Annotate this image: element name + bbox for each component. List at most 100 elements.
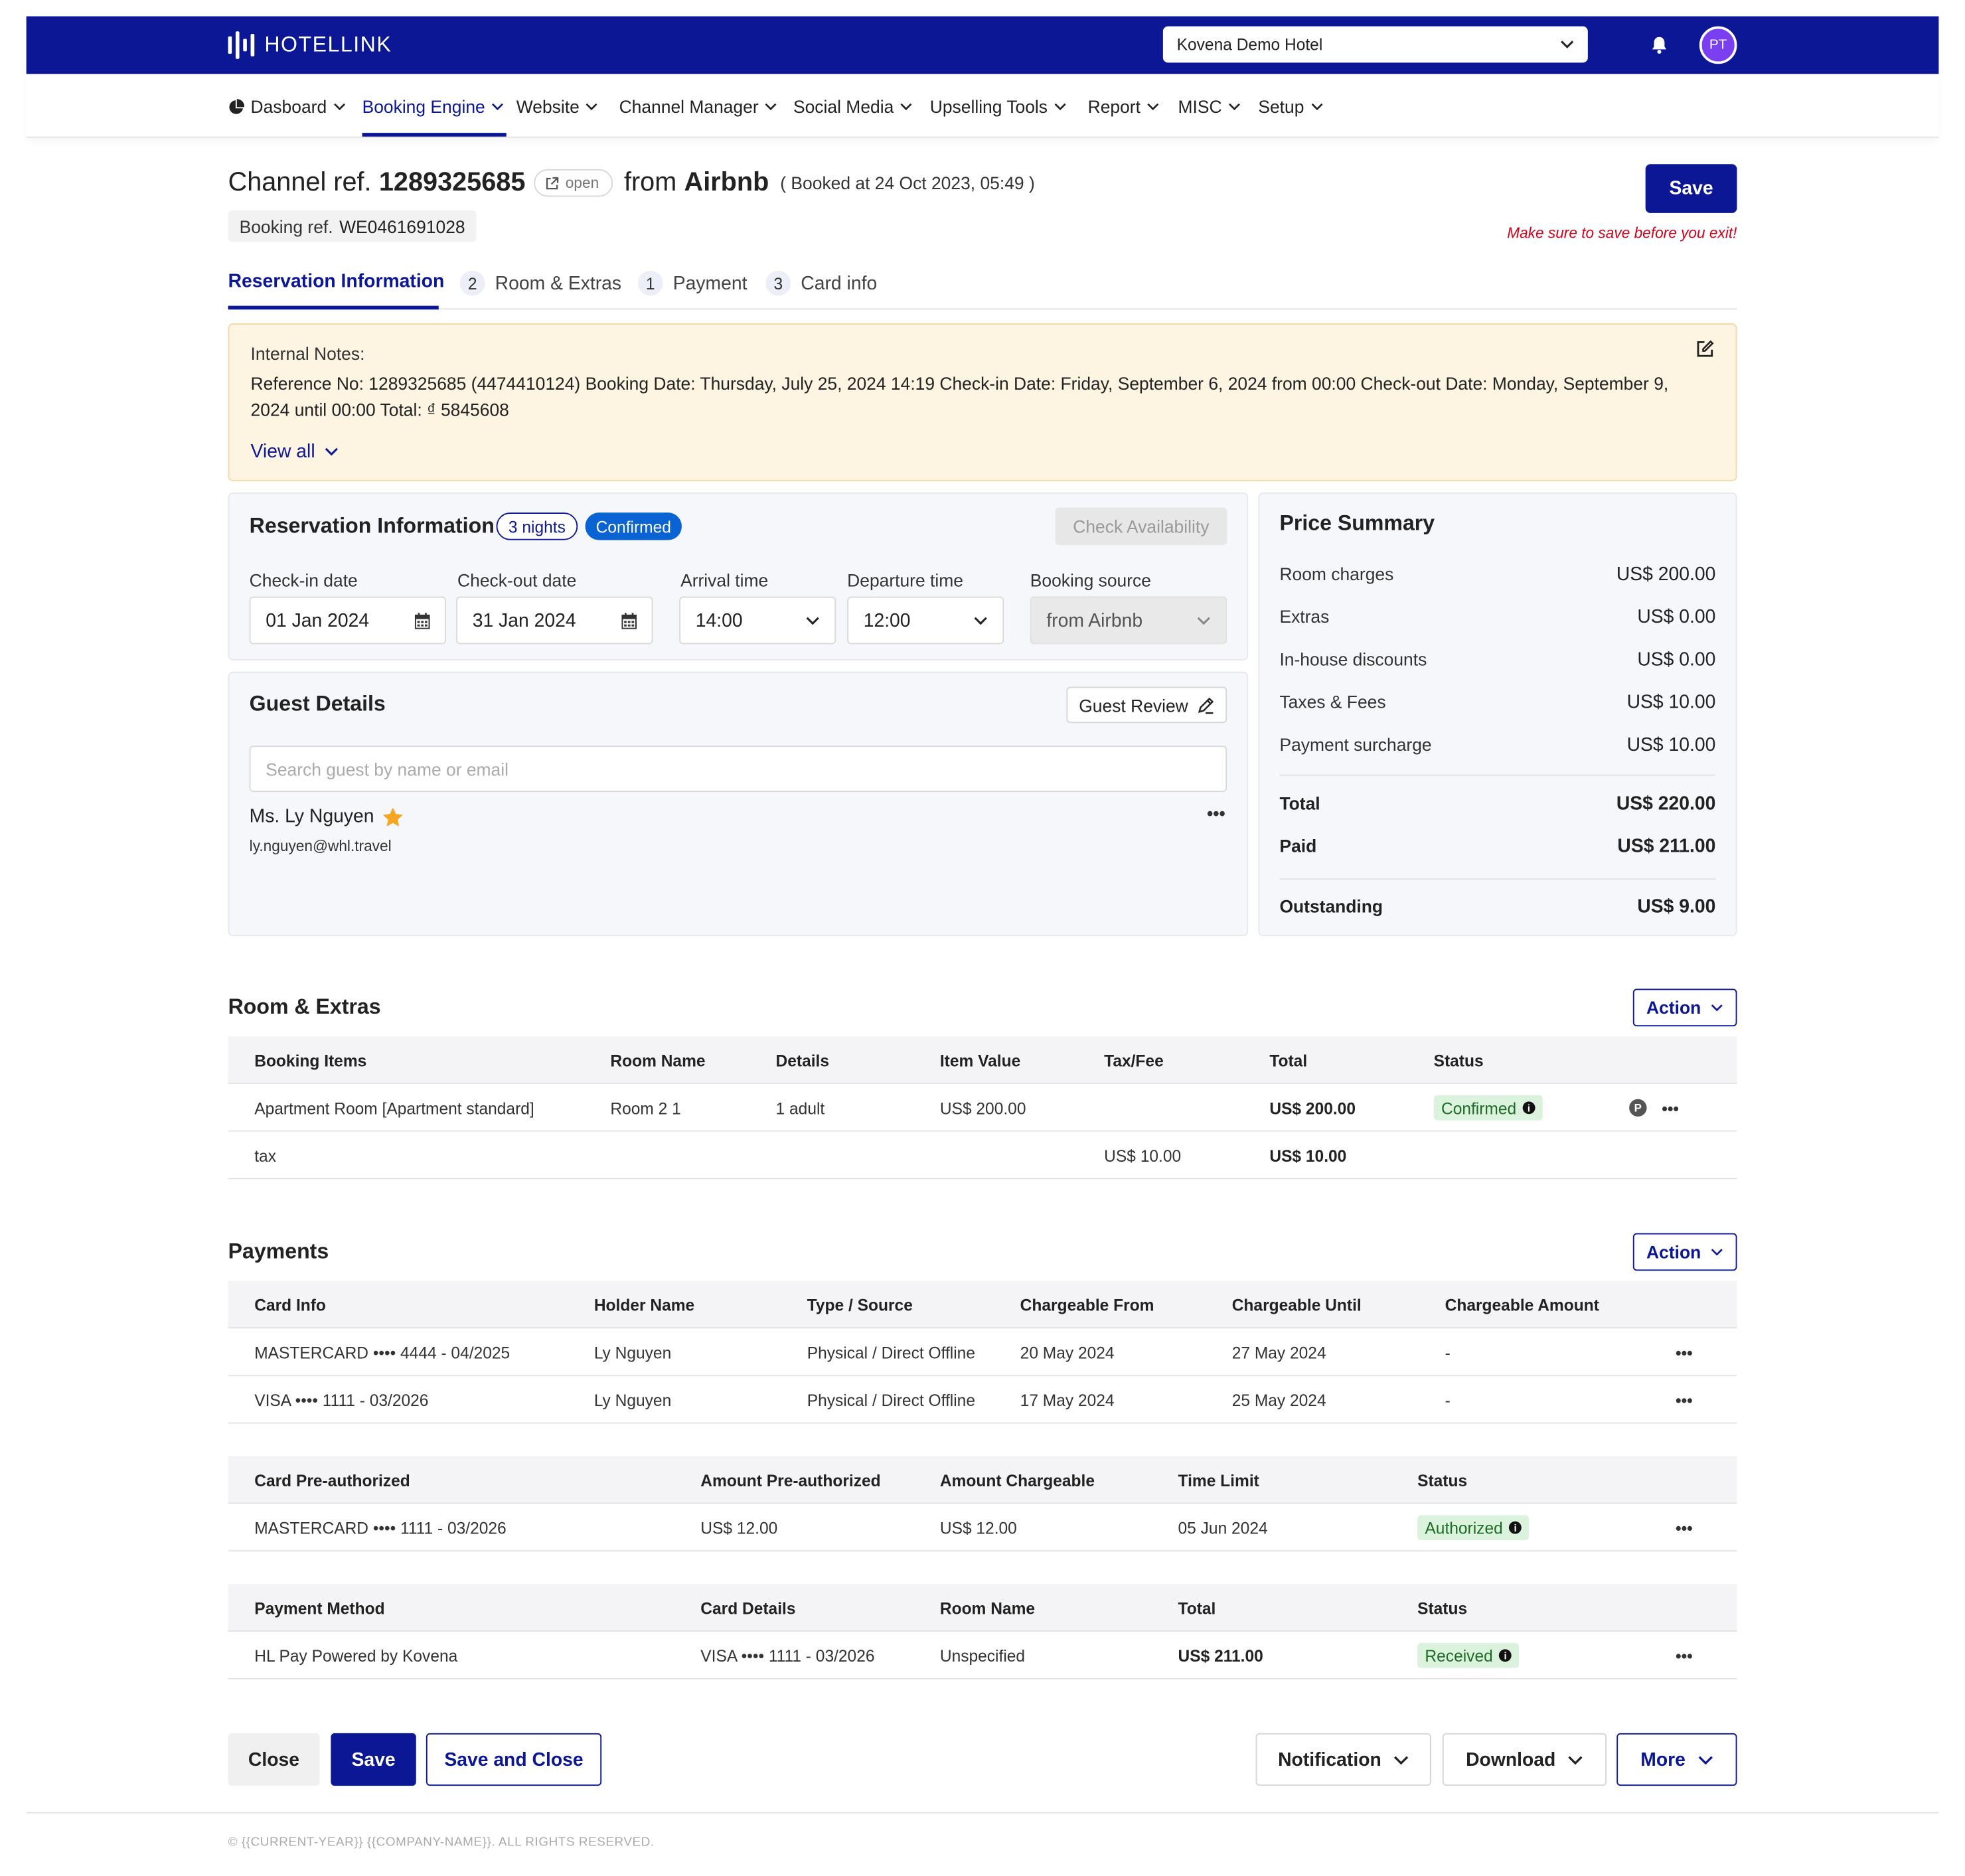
total-value: US$ 220.00	[1616, 793, 1716, 815]
nav-upselling-tools[interactable]: Upselling Tools	[929, 96, 1067, 117]
guest-details-title: Guest Details	[249, 692, 386, 716]
save-warning: Make sure to save before you exit!	[1507, 224, 1737, 242]
status-badge: Authorized i	[1417, 1515, 1530, 1541]
row-more-icon[interactable]: •••	[1676, 1376, 1693, 1424]
checkout-date-field[interactable]: 31 Jan 2024	[456, 596, 653, 645]
tab-active-indicator	[228, 305, 439, 310]
column-header: Item Value	[939, 1050, 1021, 1070]
action-label: Action	[1646, 1241, 1701, 1263]
booking-source-select[interactable]: from Airbnb	[1030, 596, 1227, 645]
calendar-icon	[621, 612, 637, 629]
chargeable-from: 17 May 2024	[1020, 1390, 1115, 1409]
tab-reservation-information[interactable]: Reservation Information	[228, 271, 445, 292]
open-link-button[interactable]: open	[534, 169, 613, 197]
row-more-icon[interactable]: •••	[1662, 1084, 1679, 1132]
column-header: Details	[775, 1050, 830, 1070]
nav-setup[interactable]: Setup	[1258, 96, 1322, 117]
nav-channel-manager[interactable]: Channel Manager	[619, 96, 777, 117]
hotel-select[interactable]: Kovena Demo Hotel	[1162, 26, 1588, 63]
nav-misc[interactable]: MISC	[1178, 96, 1241, 117]
arrival-label: Arrival time	[680, 570, 769, 591]
preauth-chargeable: US$ 12.00	[939, 1518, 1017, 1537]
save-button[interactable]: Save	[1645, 164, 1737, 213]
price-row-room-charges: Room charges US$ 200.00	[1279, 564, 1715, 586]
tab-room-extras[interactable]: 2 Room & Extras	[459, 270, 621, 296]
notification-button[interactable]: Notification	[1255, 1733, 1431, 1786]
view-all-button[interactable]: View all	[251, 441, 1715, 463]
channel-ref: 1289325685	[378, 167, 526, 197]
chevron-down-icon	[1711, 1249, 1723, 1256]
chevron-down-icon	[586, 103, 598, 111]
nav-website[interactable]: Website	[516, 96, 598, 117]
payments-title: Payments	[228, 1239, 329, 1263]
chevron-down-icon	[333, 103, 345, 111]
chevron-down-icon	[1698, 1755, 1713, 1764]
nav-label: Upselling Tools	[929, 96, 1048, 117]
check-availability-button[interactable]: Check Availability	[1055, 507, 1227, 546]
guest-review-button[interactable]: Guest Review	[1066, 686, 1227, 724]
payments-action-button[interactable]: Action	[1632, 1233, 1737, 1271]
hotellink-logo[interactable]: HOTELLINK	[228, 31, 392, 59]
chargeable-until: 25 May 2024	[1231, 1390, 1326, 1409]
nav-social-media[interactable]: Social Media	[793, 96, 913, 117]
nav-booking-engine[interactable]: Booking Engine	[362, 96, 504, 117]
info-icon[interactable]: i	[1509, 1521, 1522, 1534]
price-row-surcharge: Payment surcharge US$ 10.00	[1279, 734, 1715, 755]
column-header: Chargeable Amount	[1445, 1295, 1599, 1314]
guest-review-label: Guest Review	[1079, 694, 1188, 715]
more-label: More	[1640, 1749, 1686, 1770]
price-row-total: Total US$ 220.00	[1279, 793, 1715, 815]
hotel-select-value: Kovena Demo Hotel	[1176, 35, 1323, 54]
tabs-divider	[228, 308, 1737, 310]
tab-label: Reservation Information	[228, 270, 445, 292]
external-link-icon	[546, 176, 559, 189]
info-icon[interactable]: i	[1522, 1101, 1535, 1115]
booking-item: Apartment Room [Apartment standard]	[254, 1098, 534, 1117]
save-bottom-button[interactable]: Save	[331, 1733, 416, 1786]
user-avatar[interactable]: PT	[1699, 26, 1737, 64]
column-header: Total	[1269, 1050, 1308, 1070]
arrival-time-select[interactable]: 14:00	[679, 596, 836, 645]
column-header: Card Info	[254, 1295, 326, 1314]
departure-time-select[interactable]: 12:00	[847, 596, 1004, 645]
info-icon[interactable]: i	[1499, 1649, 1512, 1662]
save-and-close-button[interactable]: Save and Close	[426, 1733, 602, 1786]
checkout-label: Check-out date	[457, 570, 577, 591]
room-extras-action-button[interactable]: Action	[1632, 988, 1737, 1027]
chevron-down-icon	[806, 616, 819, 625]
more-button[interactable]: More	[1616, 1733, 1737, 1786]
parking-icon[interactable]: P	[1629, 1099, 1647, 1117]
row-more-icon[interactable]: •••	[1676, 1504, 1693, 1551]
column-header: Card Pre-authorized	[254, 1470, 410, 1490]
tab-payment[interactable]: 1 Payment	[637, 270, 747, 296]
nav-report[interactable]: Report	[1088, 96, 1160, 117]
column-header: Payment Method	[254, 1598, 385, 1618]
tax-fee: US$ 10.00	[1104, 1146, 1182, 1165]
action-label: Action	[1646, 997, 1701, 1018]
row-more-icon[interactable]: •••	[1676, 1328, 1693, 1376]
guest-search-input[interactable]	[249, 745, 1227, 793]
guest-more-icon[interactable]: •••	[1207, 803, 1225, 823]
bell-icon[interactable]	[1649, 35, 1669, 55]
status-label: Confirmed	[1441, 1098, 1517, 1117]
price-row-discounts: In-house discounts US$ 0.00	[1279, 649, 1715, 670]
row-more-icon[interactable]: •••	[1676, 1632, 1693, 1680]
chargeable-from: 20 May 2024	[1020, 1342, 1115, 1362]
status-cell: Received i	[1417, 1632, 1520, 1680]
nav-dashboard[interactable]: Dasboard	[228, 96, 346, 117]
column-header: Status	[1433, 1050, 1484, 1070]
checkin-date-field[interactable]: 01 Jan 2024	[249, 596, 447, 645]
tab-card-info[interactable]: 3 Card info	[765, 270, 877, 296]
close-button[interactable]: Close	[228, 1733, 320, 1786]
room-name: Room 2 1	[610, 1098, 681, 1117]
row-total: US$ 200.00	[1269, 1098, 1356, 1117]
column-header: Card Details	[700, 1598, 796, 1618]
type-source: Physical / Direct Offline	[807, 1342, 975, 1362]
edit-icon[interactable]	[1695, 340, 1714, 358]
booking-ref-value: WE0461691028	[339, 216, 465, 236]
from-label: from	[623, 167, 677, 197]
chevron-down-icon	[1394, 1755, 1409, 1764]
preauth-card: MASTERCARD •••• 1111 - 03/2026	[254, 1518, 507, 1537]
download-button[interactable]: Download	[1442, 1733, 1607, 1786]
table-row: tax US$ 10.00 US$ 10.00	[228, 1132, 1737, 1180]
